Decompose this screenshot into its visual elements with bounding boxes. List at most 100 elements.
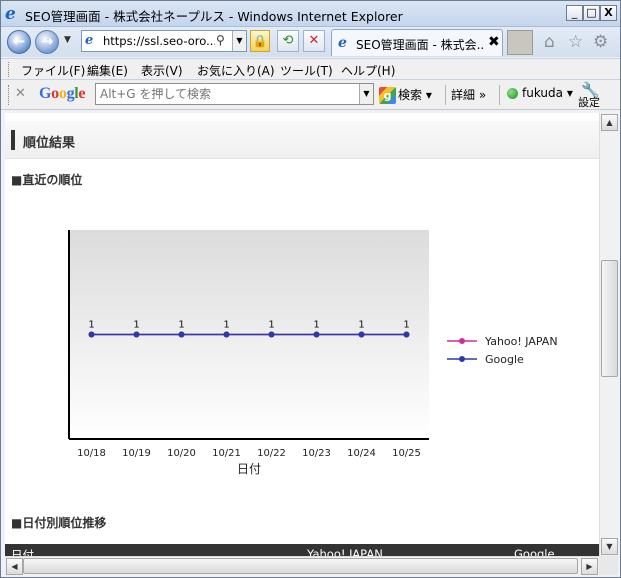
data-point-google — [133, 331, 140, 338]
tab-label: SEO管理画面 - 株式会... — [356, 38, 484, 52]
x-tick-label: 10/23 — [302, 448, 331, 459]
data-point-google — [403, 331, 410, 338]
address-bar[interactable]: e https://ssl.seo-oro... ⚲ ▼ — [81, 30, 247, 52]
home-icon[interactable]: ⌂ — [544, 32, 555, 52]
stop-icon: ✕ — [308, 33, 320, 48]
scroll-right-icon[interactable]: ▶ — [581, 558, 598, 575]
toolbar-grip[interactable] — [8, 85, 10, 105]
google-toolbar: ✕ Google ▼ g検索 ▾ 詳細 » fukuda ▾ 🔧 設定 — [1, 80, 620, 110]
scroll-left-icon[interactable]: ◀ — [6, 558, 23, 575]
rank-table-header: 日付 Yahoo! JAPAN Google — [5, 544, 599, 556]
minimize-button[interactable]: _ — [566, 5, 583, 21]
title-bar: e SEO管理画面 - 株式会社ネープルス - Windows Internet… — [1, 1, 620, 27]
arrow-left-icon: ← — [12, 32, 26, 50]
data-point-google — [313, 331, 320, 338]
scroll-down-icon[interactable]: ▼ — [601, 538, 618, 555]
vertical-scroll-thumb[interactable] — [601, 260, 618, 377]
data-label: 1 — [178, 320, 184, 331]
menu-bar: ファイル(F) 編集(E) 表示(V) お気に入り(A) ツール(T) ヘルプ(… — [1, 58, 620, 80]
x-axis-label: 日付 — [237, 462, 261, 476]
table-header-date: 日付 — [11, 548, 34, 556]
data-point-google — [223, 331, 230, 338]
browser-tab[interactable]: e SEO管理画面 - 株式会... ✖ — [331, 29, 503, 56]
ie-logo-icon: e — [5, 4, 16, 24]
google-logo: Google — [39, 85, 86, 102]
address-url[interactable]: https://ssl.seo-oro... — [103, 34, 215, 48]
gear-icon[interactable]: ⚙ — [593, 32, 608, 52]
refresh-icon: ⟲ — [282, 33, 294, 48]
data-label: 1 — [133, 320, 139, 331]
back-button[interactable]: ← — [7, 30, 31, 54]
new-tab-button[interactable] — [507, 30, 533, 55]
table-header-google: Google — [514, 547, 555, 556]
close-toolbar-icon[interactable]: ✕ — [15, 86, 26, 101]
data-label: 1 — [268, 320, 274, 331]
menu-help[interactable]: ヘルプ(H) — [341, 62, 395, 79]
google-search-button[interactable]: g 検索 ▾ — [379, 86, 432, 104]
stop-button[interactable]: ✕ — [303, 30, 325, 52]
x-tick-label: 10/24 — [347, 448, 376, 459]
history-dropdown-icon[interactable]: ▼ — [64, 35, 71, 45]
settings-button[interactable]: 設定 — [578, 94, 600, 110]
rank-chart: 10/18 10/19 10/20 10/21 10/22 10/23 10/24 10/25… — [68, 230, 558, 476]
x-tick-label: 10/21 — [212, 448, 241, 459]
user-status-icon — [507, 88, 518, 99]
menu-favorites[interactable]: お気に入り(A) — [197, 62, 275, 79]
divider — [499, 85, 500, 105]
search-dropdown-icon[interactable]: ▼ — [359, 84, 373, 104]
x-tick-label: 10/19 — [122, 448, 151, 459]
x-tick-label: 10/18 — [77, 448, 106, 459]
legend-label-google: Google — [485, 353, 524, 366]
lock-icon[interactable]: 🔒 — [250, 30, 270, 52]
menu-view[interactable]: 表示(V) — [141, 62, 183, 79]
x-tick-label: 10/22 — [257, 448, 286, 459]
page-icon: e — [85, 33, 94, 48]
section-accent-bar — [11, 130, 15, 150]
tab-page-icon: e — [338, 35, 347, 51]
daily-rank-heading: ■日付別順位推移 — [11, 516, 107, 530]
section-header: 順位結果 — [5, 121, 599, 159]
divider — [445, 85, 446, 105]
menu-file[interactable]: ファイル(F) — [21, 62, 85, 79]
x-tick-label: 10/25 — [392, 448, 421, 459]
data-point-google — [358, 331, 365, 338]
page-content: 順位結果 ■直近の順位 10/18 10/19 10/20 10/21 10/22 10/… — [5, 113, 599, 556]
favorites-star-icon[interactable]: ☆ — [568, 32, 583, 52]
more-button[interactable]: 詳細 » — [451, 86, 486, 103]
horizontal-scrollbar[interactable]: ◀ ▶ — [5, 556, 599, 575]
legend-marker-yahoo — [459, 338, 465, 344]
maximize-button[interactable]: □ — [583, 5, 600, 21]
google-search-input[interactable] — [100, 86, 356, 102]
recent-rank-heading: ■直近の順位 — [11, 173, 83, 187]
google-search-box[interactable]: ▼ — [95, 83, 374, 105]
legend-label-yahoo: Yahoo! JAPAN — [484, 335, 558, 348]
toolbar-grip[interactable] — [8, 62, 10, 77]
horizontal-scroll-thumb[interactable] — [23, 558, 578, 574]
refresh-button[interactable]: ⟲ — [277, 30, 299, 52]
user-name: fukuda — [522, 86, 563, 100]
table-header-yahoo: Yahoo! JAPAN — [307, 547, 383, 556]
close-window-button[interactable]: X — [600, 5, 617, 21]
data-point-google — [88, 331, 95, 338]
google-search-icon: g — [379, 87, 396, 104]
address-dropdown-icon[interactable]: ▼ — [232, 31, 246, 51]
vertical-scrollbar[interactable]: ▲ ▼ — [599, 113, 618, 556]
menu-tools[interactable]: ツール(T) — [280, 62, 333, 79]
forward-button[interactable]: → — [35, 30, 59, 54]
user-account-button[interactable]: fukuda ▾ — [507, 86, 573, 100]
data-label: 1 — [403, 320, 409, 331]
data-label: 1 — [358, 320, 364, 331]
section-title: 順位結果 — [23, 136, 76, 151]
data-point-google — [268, 331, 275, 338]
scroll-up-icon[interactable]: ▲ — [601, 114, 618, 131]
search-icon[interactable]: ⚲ — [216, 33, 225, 47]
window-title: SEO管理画面 - 株式会社ネープルス - Windows Internet E… — [25, 9, 403, 24]
x-tick-label: 10/20 — [167, 448, 196, 459]
data-label: 1 — [223, 320, 229, 331]
menu-edit[interactable]: 編集(E) — [87, 62, 128, 79]
navigation-bar: ← → ▼ e https://ssl.seo-oro... ⚲ ▼ 🔒 ⟲ ✕… — [1, 27, 620, 57]
tab-close-button[interactable]: ✖ — [488, 34, 500, 50]
data-label: 1 — [88, 320, 94, 331]
legend-marker-google — [459, 356, 465, 362]
arrow-right-icon: → — [40, 32, 54, 50]
